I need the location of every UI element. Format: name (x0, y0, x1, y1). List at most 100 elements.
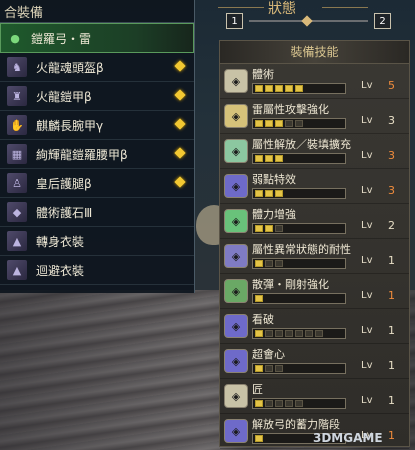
skill-level-bar (252, 398, 346, 409)
skill-pip (265, 400, 273, 407)
skill-pip (255, 295, 263, 302)
skill-lv-label: Lv (361, 115, 373, 126)
equipment-row[interactable]: ♞ 火龍魂頭盔β (0, 53, 194, 82)
skill-name: 體力增強 (252, 208, 296, 221)
equipment-list: ● 鎧羅弓・雷 ♞ 火龍魂頭盔β ♜ 火龍鎧甲β ✋ 麒麟長腕甲γ ▦ 絢輝龍鎧羅腰甲β ♙ 皇后護腿… (0, 23, 194, 285)
skills-list: ◈ 體術 Lv 5 ◈ 雷屬性攻擊強化 Lv 3 ◈ 屬性解放／裝填擴充 Lv 3 ◈ 弱點特效 Lv 3 ◈ 體… (220, 64, 409, 449)
decoration-diamond-icon (174, 60, 186, 72)
skill-level-bar (252, 328, 346, 339)
skill-pip (275, 190, 283, 197)
skill-icon: ◈ (224, 314, 248, 338)
watermark-text: 3DMGAME (313, 431, 383, 445)
equipment-label: 轉身衣裝 (36, 234, 85, 249)
skill-pip (255, 155, 263, 162)
skill-name: 體術 (252, 68, 274, 81)
skill-name: 解放弓的蓄力階段 (252, 418, 340, 431)
page-next-button[interactable]: 2 (374, 13, 391, 29)
skill-lv-label: Lv (361, 360, 373, 371)
skill-level-value: 1 (388, 359, 395, 372)
skill-pip (285, 85, 293, 92)
skill-pip (275, 225, 283, 232)
skill-level-bar (252, 188, 346, 199)
skill-row[interactable]: ◈ 散彈・剛射強化 Lv 1 (220, 274, 409, 309)
equipment-row[interactable]: ▲ 轉身衣裝 (0, 227, 194, 256)
leg-armor-icon: ♙ (7, 173, 27, 193)
decoration-diamond-icon (174, 118, 186, 130)
skill-row[interactable]: ◈ 超會心 Lv 1 (220, 344, 409, 379)
equipment-label: 皇后護腿β (36, 176, 92, 191)
skill-lv-label: Lv (361, 185, 373, 196)
skill-level-bar (252, 363, 346, 374)
equipment-label: 鎧羅弓・雷 (31, 31, 92, 46)
status-pager: 1 2 (226, 13, 391, 29)
decoration-diamond-icon (174, 176, 186, 188)
skill-pip (275, 330, 283, 337)
skill-icon: ◈ (224, 139, 248, 163)
skill-name: 屬性異常狀態的耐性 (252, 243, 351, 256)
skill-pip (295, 330, 303, 337)
skill-row[interactable]: ◈ 雷屬性攻擊強化 Lv 3 (220, 99, 409, 134)
skill-lv-label: Lv (361, 395, 373, 406)
skill-row[interactable]: ◈ 看破 Lv 1 (220, 309, 409, 344)
equipment-row[interactable]: ✋ 麒麟長腕甲γ (0, 111, 194, 140)
skill-row[interactable]: ◈ 體力增強 Lv 2 (220, 204, 409, 239)
equipment-row[interactable]: ♜ 火龍鎧甲β (0, 82, 194, 111)
skill-pip (305, 330, 313, 337)
helmet-icon: ♞ (7, 57, 27, 77)
skill-level-value: 1 (388, 254, 395, 267)
equipment-row[interactable]: ▲ 迴避衣裝 (0, 256, 194, 285)
equipment-row[interactable]: ▦ 絢輝龍鎧羅腰甲β (0, 140, 194, 169)
equipment-row[interactable]: ♙ 皇后護腿β (0, 169, 194, 198)
skill-pip (275, 260, 283, 267)
skill-pip (255, 225, 263, 232)
skill-lv-label: Lv (361, 325, 373, 336)
equipment-label: 絢輝龍鎧羅腰甲β (36, 147, 128, 162)
skill-level-bar (252, 83, 346, 94)
skill-pip (255, 365, 263, 372)
skill-pip (275, 365, 283, 372)
skill-row[interactable]: ◈ 屬性解放／裝填擴充 Lv 3 (220, 134, 409, 169)
equipment-label: 火龍魂頭盔β (36, 60, 104, 75)
skill-pip (265, 190, 273, 197)
skill-pip (285, 120, 293, 127)
equipment-label: 迴避衣裝 (36, 263, 85, 278)
equipment-row[interactable]: ◆ 體術護石Ⅲ (0, 198, 194, 227)
skill-lv-label: Lv (361, 255, 373, 266)
skill-name: 散彈・剛射強化 (252, 278, 329, 291)
skill-lv-label: Lv (361, 150, 373, 161)
skill-level-value: 1 (388, 324, 395, 337)
skill-lv-label: Lv (361, 80, 373, 91)
title-ornament-left (218, 7, 264, 8)
equipment-header: 合裝備 (0, 0, 194, 23)
skill-icon: ◈ (224, 349, 248, 373)
skill-level-bar (252, 153, 346, 164)
skill-pip (265, 120, 273, 127)
mantle-icon: ▲ (7, 260, 27, 280)
skill-pip (265, 330, 273, 337)
pager-track (249, 20, 368, 22)
skill-pip (275, 120, 283, 127)
skill-row[interactable]: ◈ 弱點特效 Lv 3 (220, 169, 409, 204)
skill-icon: ◈ (224, 174, 248, 198)
skill-pip (275, 400, 283, 407)
skill-level-bar (252, 293, 346, 304)
skill-pip (265, 225, 273, 232)
equipment-row[interactable]: ● 鎧羅弓・雷 (0, 23, 194, 53)
skill-row[interactable]: ◈ 屬性異常狀態的耐性 Lv 1 (220, 239, 409, 274)
skill-pip (285, 330, 293, 337)
skill-row[interactable]: ◈ 體術 Lv 5 (220, 64, 409, 99)
skill-level-value: 2 (388, 219, 395, 232)
skill-name: 弱點特效 (252, 173, 296, 186)
skill-pip (255, 260, 263, 267)
decoration-diamond-icon (174, 147, 186, 159)
skill-row[interactable]: ◈ 匠 Lv 1 (220, 379, 409, 414)
skill-level-value: 1 (388, 429, 395, 442)
page-prev-button[interactable]: 1 (226, 13, 243, 29)
skills-header: 裝備技能 (220, 41, 409, 64)
skill-pip (255, 120, 263, 127)
skill-icon: ◈ (224, 104, 248, 128)
skills-panel: 裝備技能 ◈ 體術 Lv 5 ◈ 雷屬性攻擊強化 Lv 3 ◈ 屬性解放／裝填擴充 Lv 3 ◈ 弱點特效… (219, 40, 410, 449)
skill-pip (265, 365, 273, 372)
skill-pip (255, 190, 263, 197)
skill-level-value: 1 (388, 394, 395, 407)
